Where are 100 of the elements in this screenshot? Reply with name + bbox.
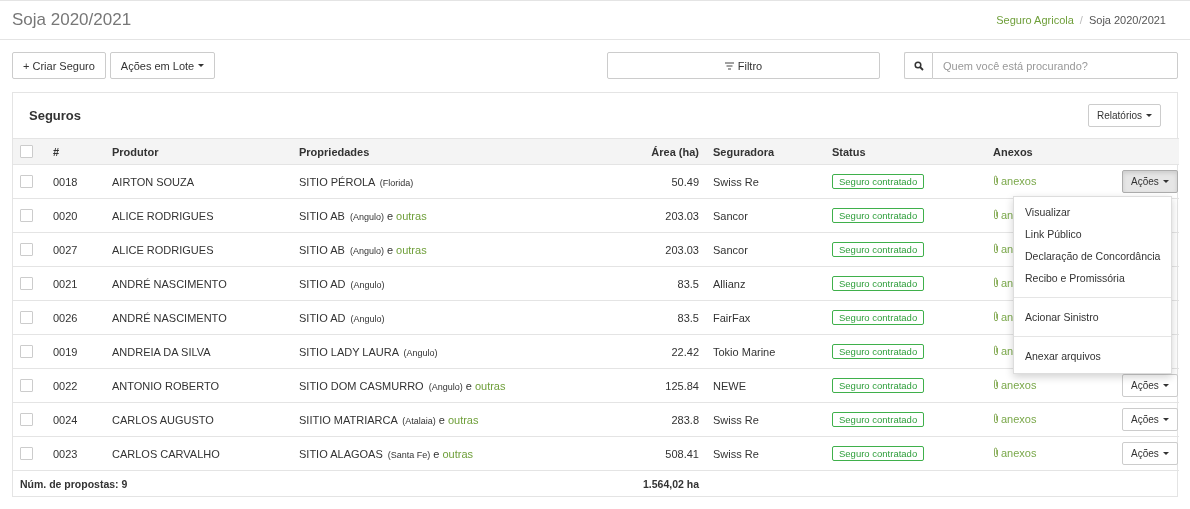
table-cell: Swiss Re bbox=[706, 402, 825, 437]
property-text: SIITIO MATRIARCA (Atalaia) e outras bbox=[299, 413, 479, 426]
table-cell: ANDRÉ NASCIMENTO bbox=[105, 300, 292, 335]
table-cell: CARLOS CARVALHO bbox=[105, 436, 292, 471]
table-cell: 0018 bbox=[46, 164, 105, 199]
table-cell: 83.5 bbox=[479, 266, 706, 301]
row-checkbox[interactable] bbox=[20, 209, 33, 222]
more-link[interactable]: outras bbox=[396, 209, 427, 222]
more-link[interactable]: outras bbox=[447, 413, 479, 426]
attachments-link[interactable]: an bbox=[993, 242, 1014, 255]
menu-item[interactable]: Link Público bbox=[1014, 223, 1171, 245]
status-tag: Seguro contratado bbox=[832, 378, 925, 393]
table-cell: 50.49 bbox=[479, 164, 706, 199]
attachments-link[interactable]: anexos bbox=[993, 412, 1037, 425]
status-tag: Seguro contratado bbox=[832, 174, 925, 189]
caret-icon bbox=[198, 64, 205, 67]
caret-icon bbox=[1162, 418, 1169, 421]
table-cell: 0027 bbox=[46, 232, 105, 267]
table-cell: NEWE bbox=[706, 368, 825, 403]
paperclip-icon bbox=[993, 175, 999, 187]
paperclip-icon bbox=[993, 413, 999, 425]
actions-button[interactable]: Ações bbox=[1122, 408, 1178, 431]
row-checkbox[interactable] bbox=[20, 379, 33, 392]
row-checkbox[interactable] bbox=[20, 277, 33, 290]
table-cell: ANTONIO ROBERTO bbox=[105, 368, 292, 403]
table-cell: Sancor bbox=[706, 198, 825, 233]
attachments-link[interactable]: an bbox=[993, 344, 1014, 357]
row-checkbox[interactable] bbox=[20, 447, 33, 460]
reports-button[interactable]: Relatórios bbox=[1087, 104, 1161, 127]
table-cell: ANDREIA DA SILVA bbox=[105, 334, 292, 369]
row-checkbox[interactable] bbox=[20, 345, 33, 358]
property-text: SITIO AB (Angulo) e outras bbox=[299, 209, 427, 222]
caret-icon bbox=[1162, 452, 1169, 455]
table-cell: FairFax bbox=[706, 300, 825, 335]
status-tag: Seguro contratado bbox=[832, 242, 925, 257]
menu-item[interactable]: Acionar Sinistro bbox=[1014, 306, 1171, 328]
more-link[interactable]: outras bbox=[396, 243, 427, 256]
table-cell: 83.5 bbox=[479, 300, 706, 335]
status-tag: Seguro contratado bbox=[832, 412, 925, 427]
property-text: SITIO AD (Angulo) bbox=[299, 311, 385, 324]
status-tag: Seguro contratado bbox=[832, 310, 925, 325]
attachments-link[interactable]: an bbox=[993, 208, 1014, 221]
caret-icon bbox=[1162, 384, 1169, 387]
table-cell: Tokio Marine bbox=[706, 334, 825, 369]
paperclip-icon bbox=[993, 345, 999, 357]
caret-icon bbox=[1162, 180, 1169, 183]
select-all-checkbox[interactable] bbox=[20, 145, 33, 158]
row-checkbox[interactable] bbox=[20, 175, 33, 188]
row-checkbox[interactable] bbox=[20, 311, 33, 324]
attachments-link[interactable]: anexos bbox=[993, 378, 1037, 391]
attachments-link[interactable]: an bbox=[993, 310, 1014, 323]
menu-item[interactable]: Anexar arquivos bbox=[1014, 345, 1171, 367]
proposal-count: Núm. de propostas: 9 bbox=[13, 470, 292, 496]
filter-icon bbox=[724, 61, 734, 70]
table-cell: 0019 bbox=[46, 334, 105, 369]
column-header: # bbox=[46, 138, 105, 165]
menu-item[interactable]: Recibo e Promissória bbox=[1014, 267, 1171, 289]
create-button[interactable]: + Criar Seguro bbox=[12, 52, 106, 79]
search-field[interactable]: Quem você está procurando? bbox=[932, 52, 1178, 79]
table-cell: 203.03 bbox=[479, 232, 706, 267]
paperclip-icon bbox=[993, 379, 999, 391]
more-link[interactable]: outras bbox=[442, 447, 474, 460]
more-link[interactable]: outras bbox=[474, 379, 506, 392]
status-tag: Seguro contratado bbox=[832, 344, 925, 359]
table-cell: ALICE RODRIGUES bbox=[105, 198, 292, 233]
table-cell: 203.03 bbox=[479, 198, 706, 233]
filter-button[interactable]: Filtro bbox=[607, 52, 880, 79]
paperclip-icon bbox=[993, 311, 999, 323]
table-cell: Swiss Re bbox=[706, 436, 825, 471]
actions-button[interactable]: Ações bbox=[1122, 170, 1178, 193]
row-checkbox[interactable] bbox=[20, 243, 33, 256]
menu-item[interactable]: Visualizar bbox=[1014, 201, 1171, 223]
breadcrumb-link[interactable]: Seguro Agricola bbox=[996, 14, 1074, 26]
row-checkbox[interactable] bbox=[20, 413, 33, 426]
paperclip-icon bbox=[993, 209, 999, 221]
table-cell: ANDRÉ NASCIMENTO bbox=[105, 266, 292, 301]
page-title: Soja 2020/2021 bbox=[12, 10, 132, 30]
search-button[interactable] bbox=[904, 52, 932, 79]
table-cell: Allianz bbox=[706, 266, 825, 301]
paperclip-icon bbox=[993, 447, 999, 459]
table-cell: 0022 bbox=[46, 368, 105, 403]
table-cell: 0024 bbox=[46, 402, 105, 437]
status-tag: Seguro contratado bbox=[832, 276, 925, 291]
actions-button[interactable]: Ações bbox=[1122, 442, 1178, 465]
attachments-link[interactable]: anexos bbox=[993, 446, 1037, 459]
property-text: SITIO DOM CASMURRO (Angulo) e outras bbox=[299, 379, 506, 392]
table-cell: Swiss Re bbox=[706, 164, 825, 199]
attachments-link[interactable]: an bbox=[993, 276, 1014, 289]
breadcrumb-separator: / bbox=[1079, 14, 1083, 26]
batch-actions-button[interactable]: Ações em Lote bbox=[109, 52, 216, 79]
paperclip-icon bbox=[993, 243, 999, 255]
actions-button[interactable]: Ações bbox=[1122, 374, 1178, 397]
menu-item[interactable]: Declaração de Concordância bbox=[1014, 245, 1171, 267]
column-header: Status bbox=[825, 138, 986, 165]
property-text: SITIO ALAGOAS (Santa Fe) e outras bbox=[299, 447, 474, 460]
property-text: SITIO AB (Angulo) e outras bbox=[299, 243, 427, 256]
attachments-link[interactable]: anexos bbox=[993, 174, 1037, 187]
property-text: SITIO AD (Angulo) bbox=[299, 277, 385, 290]
table-cell: 22.42 bbox=[479, 334, 706, 369]
table-cell: 0020 bbox=[46, 198, 105, 233]
